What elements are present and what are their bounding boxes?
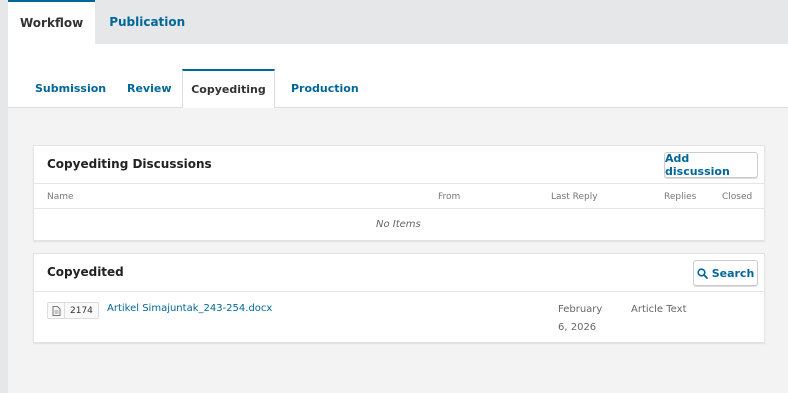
file-row: 2174 Artikel Simajuntak_243-254.docx Feb… bbox=[34, 292, 764, 344]
column-last-reply: Last Reply bbox=[551, 192, 598, 202]
file-date-line2: 6, 2026 bbox=[558, 322, 597, 333]
search-label: Search bbox=[711, 266, 755, 280]
tab-production[interactable]: Production bbox=[291, 69, 359, 108]
file-date: February 6, 2026 bbox=[558, 301, 618, 337]
copyediting-discussions-panel: Copyediting Discussions Add discussion N… bbox=[33, 145, 765, 241]
tab-copyediting[interactable]: Copyediting bbox=[182, 69, 275, 109]
stage-tabs: Submission Review Copyediting Production bbox=[8, 69, 788, 109]
column-closed: Closed bbox=[722, 192, 753, 202]
search-button[interactable]: Search bbox=[693, 260, 758, 286]
file-id-badge: 2174 bbox=[47, 302, 99, 319]
add-discussion-button[interactable]: Add discussion bbox=[664, 152, 758, 178]
column-replies: Replies bbox=[664, 192, 697, 202]
file-type: Article Text bbox=[631, 304, 687, 315]
copyedited-title: Copyedited bbox=[47, 265, 124, 279]
column-from: From bbox=[438, 192, 461, 202]
file-id: 2174 bbox=[70, 305, 93, 316]
file-date-line1: February bbox=[558, 304, 603, 315]
workflow-panel: Submission Review Copyediting Production… bbox=[8, 44, 788, 393]
discussions-empty-row: No Items bbox=[34, 209, 764, 240]
empty-message: No Items bbox=[376, 219, 421, 230]
copyedited-files-panel: Copyedited Search 2174 Artikel Simajunta… bbox=[33, 253, 765, 343]
copyediting-content: Copyediting Discussions Add discussion N… bbox=[8, 108, 788, 393]
discussions-title: Copyediting Discussions bbox=[47, 157, 212, 171]
tab-workflow[interactable]: Workflow bbox=[8, 0, 96, 44]
tab-publication[interactable]: Publication bbox=[95, 0, 197, 44]
workflow-tabs: Workflow Publication bbox=[8, 0, 197, 44]
file-name-link[interactable]: Artikel Simajuntak_243-254.docx bbox=[107, 303, 272, 314]
copyedited-header: Copyedited Search bbox=[34, 254, 764, 292]
tab-review[interactable]: Review bbox=[127, 69, 172, 108]
discussions-column-headers: Name From Last Reply Replies Closed bbox=[34, 184, 764, 209]
document-icon bbox=[48, 303, 65, 318]
search-icon bbox=[697, 267, 708, 279]
column-name: Name bbox=[47, 192, 74, 202]
tab-submission[interactable]: Submission bbox=[35, 69, 106, 108]
discussions-header: Copyediting Discussions Add discussion bbox=[34, 146, 764, 184]
